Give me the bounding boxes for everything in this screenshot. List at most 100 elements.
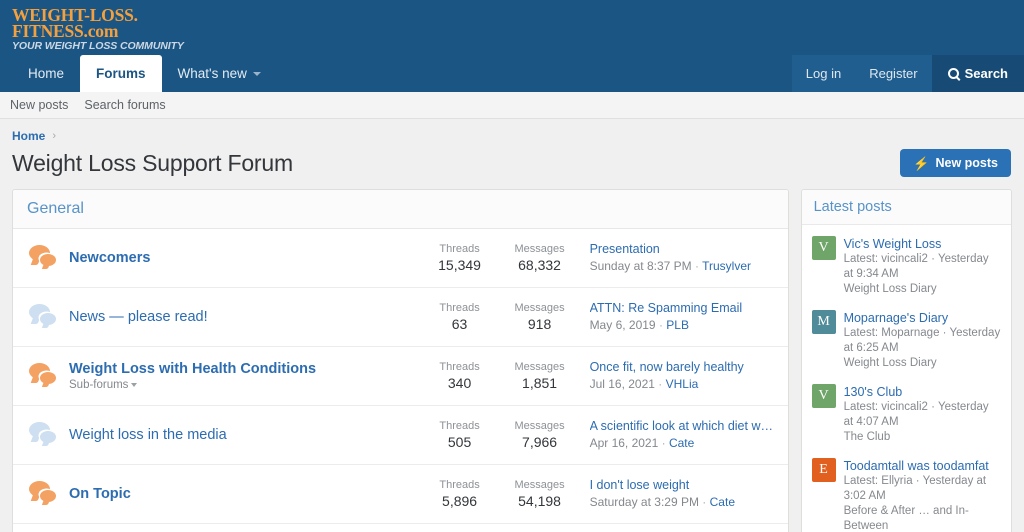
search-button[interactable]: Search	[932, 55, 1024, 92]
breadcrumb: Home ›	[12, 129, 1012, 143]
latest-post-title-link[interactable]: Moparnage's Diary	[844, 310, 1001, 326]
nav-primary-items: Home Forums What's new	[0, 55, 277, 92]
login-label: Log in	[806, 66, 841, 81]
nav-item-forums[interactable]: Forums	[80, 55, 162, 92]
forum-title-link[interactable]: On Topic	[69, 486, 131, 502]
sidebar-column: Latest posts V Vic's Weight LossLatest: v…	[801, 189, 1012, 532]
site-tagline: YOUR WEIGHT LOSS COMMUNITY	[12, 40, 1024, 53]
last-post-author-link[interactable]: Trusylver	[702, 259, 751, 273]
subnav-item-new-posts[interactable]: New posts	[10, 98, 68, 112]
last-post-author-link[interactable]: PLB	[666, 318, 689, 332]
threads-stat: Threads5,896	[424, 478, 496, 510]
last-post-author-link[interactable]: Cate	[710, 495, 735, 509]
forum-title-link[interactable]: Weight loss in the media	[69, 427, 227, 443]
latest-post-meta: Latest: vicincali2 · Yesterday at 9:34 A…	[844, 252, 1001, 282]
subnav-item-search-forums[interactable]: Search forums	[84, 98, 165, 112]
nav-item-label: What's new	[178, 66, 247, 81]
last-post-author-link[interactable]: Cate	[669, 436, 694, 450]
new-posts-label: New posts	[935, 156, 998, 170]
threads-stat: Threads15,349	[424, 242, 496, 274]
nav-item-home[interactable]: Home	[12, 55, 80, 92]
subforums-link[interactable]: Sub-forums	[69, 379, 424, 391]
meta-separator: ·	[655, 377, 666, 391]
speech-bubbles-icon	[27, 481, 65, 507]
speech-bubbles-icon	[27, 245, 65, 271]
forum-row[interactable]: Advanced Weight LossThreads2,351Messages…	[13, 524, 788, 532]
messages-stat-label: Messages	[504, 478, 576, 493]
page-title: Weight Loss Support Forum	[12, 150, 293, 177]
threads-stat-label: Threads	[424, 419, 496, 434]
register-link[interactable]: Register	[855, 55, 931, 92]
avatar[interactable]: V	[812, 236, 836, 260]
last-post-cell: PresentationSunday at 8:37 PM · Trusylve…	[584, 241, 774, 275]
forum-section-header: General	[13, 190, 788, 229]
latest-post-forum: Weight Loss Diary	[844, 282, 1001, 297]
latest-post-title-link[interactable]: Toodamtall was toodamfat	[844, 458, 1001, 474]
meta-separator: ·	[658, 436, 669, 450]
last-post-title-link[interactable]: I don't lose weight	[590, 477, 774, 494]
breadcrumb-item-home[interactable]: Home	[12, 129, 45, 143]
latest-post-body: Toodamtall was toodamfatLatest: Ellyria …	[844, 458, 1001, 532]
forum-row[interactable]: News — please read!Threads63Messages918A…	[13, 288, 788, 347]
messages-stat: Messages68,332	[504, 242, 576, 274]
forum-row[interactable]: NewcomersThreads15,349Messages68,332Pres…	[13, 229, 788, 288]
forum-row[interactable]: Weight loss in the mediaThreads505Messag…	[13, 406, 788, 465]
subforums-label: Sub-forums	[69, 379, 128, 391]
forum-title-link[interactable]: Newcomers	[69, 250, 150, 266]
last-post-date: Saturday at 3:29 PM	[590, 495, 699, 509]
register-label: Register	[869, 66, 917, 81]
latest-post-item[interactable]: V130's ClubLatest: vicincali2 · Yesterda…	[812, 378, 1001, 452]
threads-stat-label: Threads	[424, 360, 496, 375]
messages-stat-value: 1,851	[504, 375, 576, 392]
messages-stat-label: Messages	[504, 360, 576, 375]
latest-posts-list: V Vic's Weight LossLatest: vicincali2 · Y…	[802, 225, 1011, 532]
last-post-title-link[interactable]: ATTN: Re Spamming Email	[590, 300, 774, 317]
forum-row[interactable]: Weight Loss with Health Conditions Sub-fo…	[13, 347, 788, 406]
messages-stat-value: 54,198	[504, 493, 576, 510]
forum-row[interactable]: On Topic Threads5,896 Messages54,198 I don'…	[13, 465, 788, 524]
latest-post-item[interactable]: E Toodamtall was toodamfatLatest: Ellyria…	[812, 452, 1001, 532]
last-post-title-link[interactable]: Presentation	[590, 241, 774, 258]
latest-posts-card: Latest posts V Vic's Weight LossLatest: v…	[801, 189, 1012, 532]
avatar[interactable]: M	[812, 310, 836, 334]
breadcrumb-separator: ›	[52, 130, 56, 142]
last-post-meta: Sunday at 8:37 PM · Trusylver	[590, 258, 774, 275]
avatar[interactable]: E	[812, 458, 836, 482]
chevron-down-icon	[253, 72, 261, 76]
last-post-title-link[interactable]: A scientific look at which diet work…	[590, 418, 774, 435]
latest-posts-header: Latest posts	[802, 190, 1011, 225]
threads-stat-value: 63	[424, 316, 496, 333]
avatar[interactable]: V	[812, 384, 836, 408]
forum-title-link[interactable]: Weight Loss with Health Conditions	[69, 361, 316, 377]
speech-bubbles-icon	[27, 363, 65, 389]
threads-stat-value: 340	[424, 375, 496, 392]
last-post-cell: A scientific look at which diet work…Apr…	[584, 418, 774, 452]
latest-post-item[interactable]: MMoparnage's DiaryLatest: Moparnage · Ye…	[812, 304, 1001, 378]
lightning-bolt-icon: ⚡	[913, 157, 929, 170]
search-label: Search	[965, 66, 1008, 81]
nav-item-whats-new[interactable]: What's new	[162, 55, 277, 92]
threads-stat-value: 15,349	[424, 257, 496, 274]
messages-stat-label: Messages	[504, 419, 576, 434]
last-post-date: Sunday at 8:37 PM	[590, 259, 692, 273]
threads-stat-label: Threads	[424, 242, 496, 257]
latest-post-title-link[interactable]: 130's Club	[844, 384, 1001, 400]
meta-separator: ·	[656, 318, 667, 332]
latest-post-title-link[interactable]: Vic's Weight Loss	[844, 236, 1001, 252]
last-post-cell: ATTN: Re Spamming EmailMay 6, 2019 · PLB	[584, 300, 774, 334]
site-header: WEIGHT-LOSS. FITNESS.com YOUR WEIGHT LOS…	[0, 0, 1024, 55]
chevron-down-icon	[131, 383, 137, 387]
new-posts-button[interactable]: ⚡ New posts	[900, 149, 1011, 177]
latest-post-item[interactable]: V Vic's Weight LossLatest: vicincali2 · Y…	[812, 230, 1001, 304]
messages-stat-value: 918	[504, 316, 576, 333]
login-link[interactable]: Log in	[792, 55, 855, 92]
last-post-meta: Saturday at 3:29 PM · Cate	[590, 494, 774, 511]
last-post-title-link[interactable]: Once fit, now barely healthy	[590, 359, 774, 376]
search-icon	[948, 68, 959, 79]
forum-row-main: News — please read!	[65, 309, 424, 325]
forum-title-link[interactable]: News — please read!	[69, 309, 208, 325]
forum-row-main: Weight Loss with Health Conditions Sub-fo…	[65, 361, 424, 391]
last-post-cell: I don't lose weightSaturday at 3:29 PM ·…	[584, 477, 774, 511]
threads-stat: Threads340	[424, 360, 496, 392]
last-post-author-link[interactable]: VHLia	[666, 377, 699, 391]
